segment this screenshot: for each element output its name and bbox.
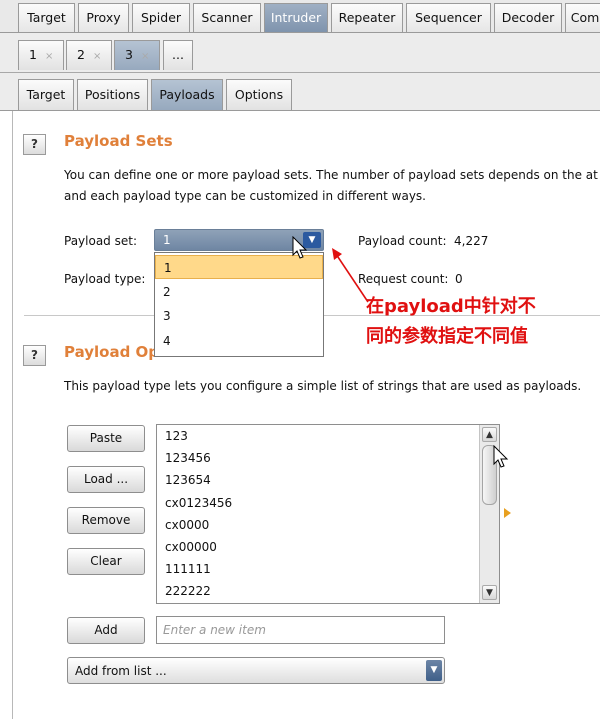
tab-spider[interactable]: Spider xyxy=(132,3,190,32)
help-icon[interactable]: ? xyxy=(23,345,46,366)
payload-options-title: Payload Op xyxy=(64,343,160,361)
annotation-line-1: 在payload中针对不 xyxy=(366,296,536,317)
subtab-target[interactable]: Target xyxy=(18,79,74,110)
payload-count-value: 4,227 xyxy=(454,234,489,248)
payload-sets-title: Payload Sets xyxy=(64,132,173,150)
payload-set-value: 1 xyxy=(163,233,171,247)
attack-tab-3[interactable]: 3 × xyxy=(114,40,160,70)
list-item[interactable]: cx0123456 xyxy=(165,496,232,510)
add-from-list-value: Add from list ... xyxy=(75,664,167,678)
payload-sets-description-2: and each payload type can be customized … xyxy=(64,189,426,203)
tab-decoder[interactable]: Decoder xyxy=(494,3,562,32)
list-item[interactable]: 123654 xyxy=(165,473,211,487)
close-icon[interactable]: × xyxy=(141,51,149,62)
mouse-cursor-icon xyxy=(292,236,308,259)
tab-repeater[interactable]: Repeater xyxy=(331,3,403,32)
payload-set-dropdown[interactable]: 1 2 3 4 xyxy=(154,252,324,357)
tab-intruder[interactable]: Intruder xyxy=(264,3,328,32)
dropdown-option[interactable]: 3 xyxy=(155,304,323,328)
close-icon[interactable]: × xyxy=(93,51,101,62)
dropdown-option[interactable]: 4 xyxy=(155,329,323,353)
paste-button[interactable]: Paste xyxy=(67,425,145,452)
request-count-value: 0 xyxy=(455,272,463,286)
new-item-placeholder: Enter a new item xyxy=(163,623,266,637)
attack-tab-label: 3 xyxy=(125,47,133,62)
help-icon[interactable]: ? xyxy=(23,134,46,155)
clear-button[interactable]: Clear xyxy=(67,548,145,575)
attack-tab-bar: 1 × 2 × 3 × ... xyxy=(0,33,600,73)
close-icon[interactable]: × xyxy=(45,51,53,62)
list-item[interactable]: 123456 xyxy=(165,451,211,465)
scroll-down-icon[interactable]: ▼ xyxy=(482,585,497,600)
main-tab-bar: Target Proxy Spider Scanner Intruder Rep… xyxy=(0,0,600,33)
list-item[interactable]: 111111 xyxy=(165,562,211,576)
subtab-options[interactable]: Options xyxy=(226,79,292,110)
load-button[interactable]: Load ... xyxy=(67,466,145,493)
new-item-input[interactable]: Enter a new item xyxy=(156,616,445,644)
annotation-note: 在payload中针对不 同的参数指定不同值 xyxy=(366,292,536,352)
payload-list[interactable]: 123 123456 123654 cx0123456 cx0000 cx000… xyxy=(156,424,500,604)
chevron-down-icon[interactable]: ▼ xyxy=(426,660,442,681)
tab-comparer[interactable]: Com xyxy=(565,3,600,32)
payload-set-label: Payload set: xyxy=(64,234,137,248)
payload-sets-description: You can define one or more payload sets.… xyxy=(64,168,598,182)
new-tab-label: ... xyxy=(172,47,184,62)
mouse-cursor-icon xyxy=(493,445,509,468)
annotation-line-2: 同的参数指定不同值 xyxy=(366,326,528,347)
attack-tab-1[interactable]: 1 × xyxy=(18,40,64,70)
subtab-positions[interactable]: Positions xyxy=(77,79,148,110)
expand-arrow-icon[interactable] xyxy=(504,508,511,518)
payload-type-label: Payload type: xyxy=(64,272,146,286)
tab-proxy[interactable]: Proxy xyxy=(78,3,129,32)
dropdown-option[interactable]: 2 xyxy=(155,280,323,304)
add-from-list-select[interactable]: Add from list ... ▼ xyxy=(67,657,445,684)
payload-options-description: This payload type lets you configure a s… xyxy=(64,379,582,393)
list-item[interactable]: 123 xyxy=(165,429,188,443)
list-item[interactable]: cx0000 xyxy=(165,518,209,532)
add-button[interactable]: Add xyxy=(67,617,145,644)
subtab-payloads[interactable]: Payloads xyxy=(151,79,223,110)
list-item[interactable]: 222222 xyxy=(165,584,211,598)
tab-scanner[interactable]: Scanner xyxy=(193,3,261,32)
scroll-up-icon[interactable]: ▲ xyxy=(482,427,497,442)
tab-target[interactable]: Target xyxy=(18,3,75,32)
intruder-sub-tab-bar: Target Positions Payloads Options xyxy=(0,73,600,111)
attack-tab-label: 2 xyxy=(77,47,85,62)
tab-sequencer[interactable]: Sequencer xyxy=(406,3,491,32)
new-attack-tab[interactable]: ... xyxy=(163,40,193,70)
attack-tab-label: 1 xyxy=(29,47,37,62)
remove-button[interactable]: Remove xyxy=(67,507,145,534)
attack-tab-2[interactable]: 2 × xyxy=(66,40,112,70)
list-item[interactable]: cx00000 xyxy=(165,540,217,554)
